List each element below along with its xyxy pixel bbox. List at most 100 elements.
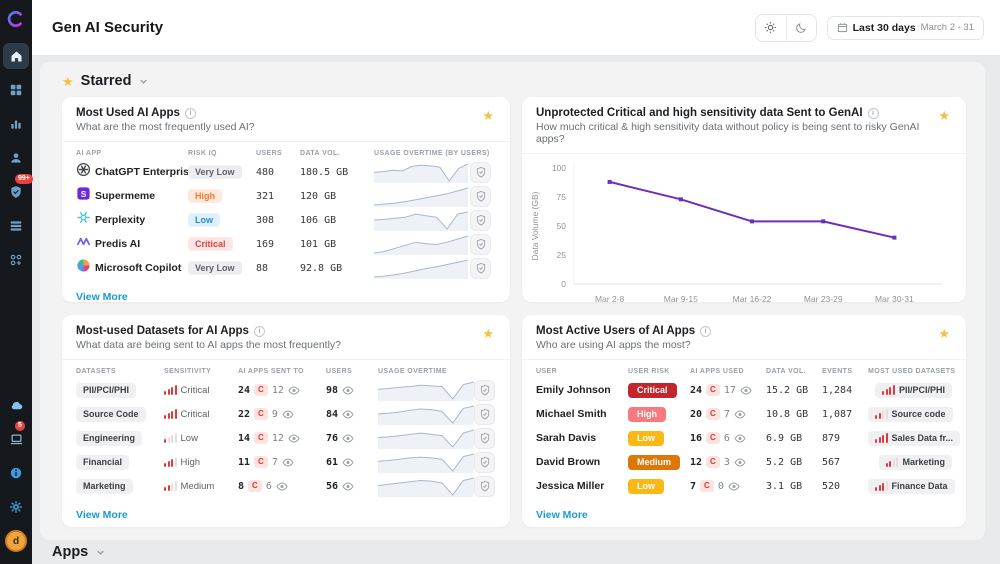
table-row[interactable]: S Supermeme High 321 120 GB xyxy=(62,184,510,208)
table-row[interactable]: Jessica Miller Low 7 C 0 3.1 GB 520 Fina… xyxy=(522,474,966,498)
view-users-button[interactable] xyxy=(342,481,354,491)
sidebar-item-home[interactable] xyxy=(3,43,29,69)
policy-shield-button[interactable] xyxy=(470,233,491,255)
data-volume-value: 6.9 GB xyxy=(766,432,803,444)
critical-count: 9 xyxy=(271,408,278,420)
sensitivity-label: High xyxy=(180,456,201,468)
shield-check-icon xyxy=(11,186,21,198)
view-apps-button[interactable] xyxy=(288,433,300,443)
eye-icon xyxy=(342,433,354,443)
eye-icon xyxy=(342,385,354,395)
view-users-button[interactable] xyxy=(342,385,354,395)
view-more-link[interactable]: View More xyxy=(536,509,588,521)
sidebar-item-settings[interactable] xyxy=(3,494,29,520)
view-users-button[interactable] xyxy=(342,457,354,467)
sidebar-item-info[interactable] xyxy=(3,460,29,486)
info-icon[interactable]: i xyxy=(867,107,879,119)
table-row[interactable]: Sarah Davis Low 16 C 6 6.9 GB 879 Sales … xyxy=(522,426,966,450)
date-range-value: March 2 - 31 xyxy=(920,22,974,33)
view-users-button[interactable] xyxy=(342,409,354,419)
info-icon[interactable]: i xyxy=(184,107,196,119)
page-header: Gen AI Security Last 30 days March 2 - 3… xyxy=(32,0,1000,55)
table-row[interactable]: Financial High 11 C 7 61 xyxy=(62,450,510,474)
users-value: 308 xyxy=(256,214,275,226)
sidebar-item-dashboard[interactable] xyxy=(3,77,29,103)
sidebar-item-cloud[interactable] xyxy=(3,392,29,418)
policy-shield-button[interactable] xyxy=(470,209,491,231)
dark-mode-button[interactable] xyxy=(785,14,816,41)
apps-used-count: 16 xyxy=(690,432,703,444)
sidebar-item-integrations[interactable] xyxy=(3,247,29,273)
user-avatar[interactable]: d xyxy=(3,528,29,554)
table-row[interactable]: Marketing Medium 8 C 6 56 xyxy=(62,474,510,498)
chevron-down-icon[interactable] xyxy=(138,76,149,87)
app-name: Microsoft Copilot xyxy=(95,262,182,274)
view-apps-button[interactable] xyxy=(734,409,746,419)
view-apps-button[interactable] xyxy=(734,457,746,467)
table-row[interactable]: Source Code Critical 22 C 9 84 xyxy=(62,402,510,426)
dataset-chip: Marketing xyxy=(878,454,952,470)
apps-sent-count: 22 xyxy=(238,408,251,420)
policy-shield-button[interactable] xyxy=(470,185,491,207)
dataset-chip: Engineering xyxy=(76,430,143,446)
table-row[interactable]: Michael Smith High 20 C 7 10.8 GB 1,087 … xyxy=(522,402,966,426)
app-logo[interactable] xyxy=(6,9,26,29)
sensitivity-label: Low xyxy=(180,432,198,444)
table-row[interactable]: ChatGPT Enterprise Very Low 480 180.5 GB xyxy=(62,160,510,184)
critical-count: 12 xyxy=(271,432,284,444)
view-users-button[interactable] xyxy=(342,433,354,443)
info-icon[interactable]: i xyxy=(253,325,265,337)
info-icon[interactable]: i xyxy=(700,325,712,337)
table-row[interactable]: Microsoft Copilot Very Low 88 92.8 GB xyxy=(62,256,510,280)
date-range-selector[interactable]: Last 30 days March 2 - 31 xyxy=(826,15,984,40)
favorite-star-button[interactable]: ★ xyxy=(936,325,952,342)
data-volume-value: 15.2 GB xyxy=(766,384,809,396)
sidebar-item-logs[interactable] xyxy=(3,213,29,239)
card-title: Most Used AI Apps xyxy=(76,107,180,119)
light-mode-button[interactable] xyxy=(755,14,786,41)
users-value: 88 xyxy=(256,262,269,274)
policy-shield-button[interactable] xyxy=(474,475,495,497)
sensitivity-label: Medium xyxy=(180,480,215,492)
policy-shield-button[interactable] xyxy=(474,451,495,473)
table-row[interactable]: PII/PCI/PHI Critical 24 C 12 98 xyxy=(62,378,510,402)
policy-shield-button[interactable] xyxy=(474,403,495,425)
shield-icon xyxy=(476,214,485,226)
view-more-link[interactable]: View More xyxy=(76,291,128,302)
table-row[interactable]: Predis AI Critical 169 101 GB xyxy=(62,232,510,256)
policy-shield-button[interactable] xyxy=(474,427,495,449)
sidebar-item-alerts[interactable]: 99+ xyxy=(3,174,33,205)
view-apps-button[interactable] xyxy=(734,433,746,443)
view-apps-button[interactable] xyxy=(728,481,740,491)
bar-chart-icon xyxy=(11,120,21,129)
table-row[interactable]: Perplexity Low 308 106 GB xyxy=(62,208,510,232)
chevron-down-icon[interactable] xyxy=(95,547,106,558)
view-apps-button[interactable] xyxy=(276,481,288,491)
sidebar-item-devices[interactable]: 5 xyxy=(3,421,29,452)
favorite-star-button[interactable]: ★ xyxy=(480,325,496,342)
sidebar-item-analytics[interactable] xyxy=(3,111,29,137)
view-apps-button[interactable] xyxy=(288,385,300,395)
dashboard-grid-icon xyxy=(10,84,22,96)
table-row[interactable]: Engineering Low 14 C 12 76 xyxy=(62,426,510,450)
favorite-star-button[interactable]: ★ xyxy=(936,107,952,124)
apps-section-header: Apps xyxy=(52,544,106,560)
policy-shield-button[interactable] xyxy=(470,161,491,183)
view-apps-button[interactable] xyxy=(740,385,752,395)
data-volume-value: 10.8 GB xyxy=(766,408,809,420)
cloud-icon xyxy=(11,401,22,409)
favorite-star-button[interactable]: ★ xyxy=(480,107,496,124)
shield-icon xyxy=(480,480,489,492)
sensitivity-bars-icon xyxy=(885,457,899,467)
view-more-link[interactable]: View More xyxy=(76,509,128,521)
table-row[interactable]: David Brown Medium 12 C 3 5.2 GB 567 Mar… xyxy=(522,450,966,474)
sidebar-item-users[interactable] xyxy=(3,145,29,171)
policy-shield-button[interactable] xyxy=(470,257,491,279)
policy-shield-button[interactable] xyxy=(474,379,495,401)
users-value: 480 xyxy=(256,166,275,178)
view-apps-button[interactable] xyxy=(282,409,294,419)
view-apps-button[interactable] xyxy=(282,457,294,467)
usage-sparkline xyxy=(374,257,470,279)
critical-badge: C xyxy=(254,432,268,444)
table-row[interactable]: Emily Johnson Critical 24 C 17 15.2 GB 1… xyxy=(522,378,966,402)
